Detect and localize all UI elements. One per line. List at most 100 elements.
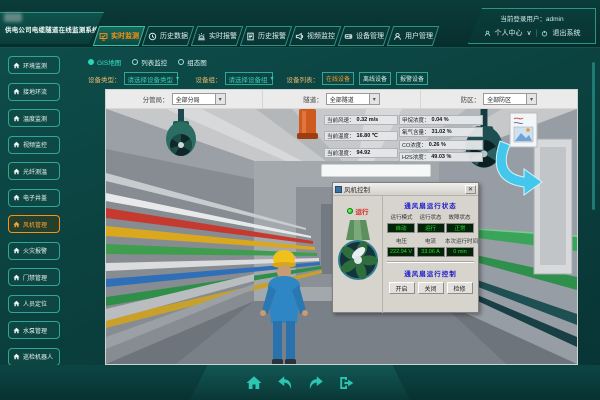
- divider: [387, 261, 474, 263]
- blank-info-strip: [321, 164, 431, 177]
- page-title: 供电公司电缆隧道在线监测系统: [0, 24, 99, 34]
- sidebar-item-ground-current[interactable]: 接地环流: [8, 83, 60, 101]
- tab-realtime-monitor[interactable]: 实时监测: [93, 26, 145, 46]
- house-icon: [13, 221, 20, 228]
- fan-graphic: [336, 216, 380, 282]
- fan-stop-button[interactable]: 关闭: [418, 282, 444, 294]
- humidity-readout: 当前湿度：94.92: [324, 148, 398, 158]
- sidebar-item-fiber-temp[interactable]: 光纤测温: [8, 162, 60, 180]
- fan-status-graphic: 运行: [333, 196, 383, 313]
- orange-pipe: [297, 109, 318, 139]
- home-button[interactable]: [245, 374, 263, 392]
- house-icon: [13, 327, 20, 334]
- running-led-label: 运行: [356, 206, 369, 216]
- person-icon: [484, 30, 491, 37]
- caret-down-icon: ▾: [526, 94, 536, 104]
- voltage-value: 222.94 V: [387, 247, 415, 257]
- tab-history-alarm[interactable]: 历史报警: [240, 26, 292, 46]
- forward-button[interactable]: [307, 374, 325, 392]
- caret-down-icon: ▾: [176, 75, 179, 82]
- profile-menu[interactable]: 个人中心: [495, 28, 523, 38]
- history-alarm-icon: [246, 32, 255, 41]
- device-group-label: 设备组：: [196, 74, 222, 84]
- sidebar-item-access-control[interactable]: 门禁管理: [8, 268, 60, 286]
- zone-select[interactable]: 全部防区▾: [483, 93, 537, 105]
- scroll-strip[interactable]: [592, 62, 595, 210]
- exit-button[interactable]: [338, 374, 356, 392]
- dialog-icon: [335, 186, 342, 193]
- house-icon: [13, 141, 20, 148]
- runtime-label: 本次运行时间: [445, 237, 474, 245]
- sidebar-item-env-monitor[interactable]: 环境监测: [8, 56, 60, 74]
- tab-video-monitor[interactable]: 视频监控: [289, 26, 341, 46]
- tunnel-3d-viewport[interactable]: 当前风速：0.32 m/s 当前温度：16.80 ℃ 当前湿度：94.92 甲烷…: [106, 109, 577, 364]
- fan-start-button[interactable]: 开启: [389, 282, 415, 294]
- temperature-readout: 当前温度：16.80 ℃: [324, 131, 398, 141]
- methane-readout: 甲烷浓度：0.04 %: [399, 115, 483, 125]
- tab-realtime-alarm[interactable]: 实时报警: [191, 26, 243, 46]
- fan-control-header: 通风扇运行控制: [387, 268, 474, 278]
- house-icon: [13, 115, 20, 122]
- house-icon: [13, 300, 20, 307]
- bottom-toolbar: [0, 365, 600, 400]
- tab-device-manage[interactable]: 设备管理: [338, 26, 390, 46]
- sidebar-item-fan-manage[interactable]: 风机管理: [8, 215, 60, 233]
- back-button[interactable]: [276, 374, 294, 392]
- sidebar-item-video-monitor[interactable]: 视频监控: [8, 136, 60, 154]
- home-icon: [245, 374, 263, 392]
- house-icon: [13, 168, 20, 175]
- current-label: 电流: [416, 237, 445, 245]
- online-devices-button[interactable]: 在线设备: [322, 72, 354, 85]
- house-icon: [13, 194, 20, 201]
- fault-state-value: 正常: [446, 223, 474, 233]
- device-type-select[interactable]: 请选择设备类型▾: [124, 72, 178, 85]
- voltage-label: 电压: [387, 237, 416, 245]
- top-header: 供电公司电缆隧道在线监测系统 实时监测 历史数据 实时报警 历史报警 视频监控 …: [0, 0, 600, 48]
- current-value: 33.06 A: [417, 247, 445, 257]
- radio-list-monitor[interactable]: 列表监控: [132, 57, 167, 67]
- fan-maintain-button[interactable]: 检修: [447, 282, 473, 294]
- radio-gis-map[interactable]: GIS地图: [88, 57, 121, 67]
- realtime-monitor-icon: [99, 32, 108, 41]
- offline-devices-button[interactable]: 离线设备: [359, 72, 391, 85]
- run-mode-label: 运行模式: [387, 213, 416, 221]
- sidebar-item-inspection-robot[interactable]: 巡检机器人: [8, 348, 60, 366]
- sidebar-item-temp-monitor[interactable]: 温度监测: [8, 109, 60, 127]
- video-monitor-icon: [295, 32, 304, 41]
- run-state-value: 运行: [417, 223, 445, 233]
- co-readout: CO浓度：0.26 %: [399, 140, 483, 150]
- house-icon: [13, 62, 20, 69]
- redacted-company-name: [4, 13, 22, 22]
- chevron-down-icon: ∨: [527, 29, 532, 37]
- back-icon: [276, 374, 294, 392]
- user-area: 当前登录用户：admin 个人中心 ∨ | 退出系统: [468, 8, 596, 44]
- sidebar-item-personnel-location[interactable]: 人员定位: [8, 295, 60, 313]
- sidebar-item-fire-alarm[interactable]: 火灾报警: [8, 242, 60, 260]
- exit-icon: [338, 374, 356, 392]
- tab-user-manage[interactable]: 用户管理: [387, 26, 439, 46]
- sidebar-item-pump-manage[interactable]: 水泵管理: [8, 321, 60, 339]
- power-icon: [541, 30, 548, 37]
- dialog-titlebar[interactable]: 风机控制 ✕: [333, 183, 478, 196]
- tab-history-data[interactable]: 历史数据: [142, 26, 194, 46]
- user-manage-icon: [393, 32, 402, 41]
- radio-scada-view[interactable]: 组态图: [178, 57, 207, 67]
- running-led-icon: [347, 208, 353, 214]
- view-mode-radios: GIS地图 列表监控 组态图: [88, 57, 207, 67]
- main-panel: 分管局： 全部分局▾ 隧道： 全部隧道▾ 防区： 全部防区▾: [105, 89, 578, 365]
- close-icon[interactable]: ✕: [465, 185, 476, 194]
- alarm-devices-button[interactable]: 报警设备: [396, 72, 428, 85]
- fan-control-dialog: 风机控制 ✕ 运行: [332, 182, 479, 313]
- branch-select[interactable]: 全部分局▾: [172, 93, 226, 105]
- zone-filter-group: 防区： 全部防区▾: [420, 90, 577, 108]
- sidebar-item-manhole-cover[interactable]: 电子井盖: [8, 189, 60, 207]
- dialog-title: 风机控制: [344, 184, 465, 194]
- module-sidebar: 环境监测 接地环流 温度监测 视频监控 光纤测温 电子井盖 风机管理 火灾报警 …: [0, 48, 66, 400]
- tunnel-select[interactable]: 全部隧道▾: [326, 93, 380, 105]
- wind-speed-readout: 当前风速：0.32 m/s: [324, 115, 398, 125]
- device-group-select[interactable]: 请选择设备组▾: [225, 72, 273, 85]
- tunnel-filter-group: 隧道： 全部隧道▾: [262, 90, 419, 108]
- branch-filter-group: 分管局： 全部分局▾: [106, 90, 262, 108]
- caret-down-icon: ▾: [215, 94, 225, 104]
- logout-button[interactable]: 退出系统: [552, 28, 580, 38]
